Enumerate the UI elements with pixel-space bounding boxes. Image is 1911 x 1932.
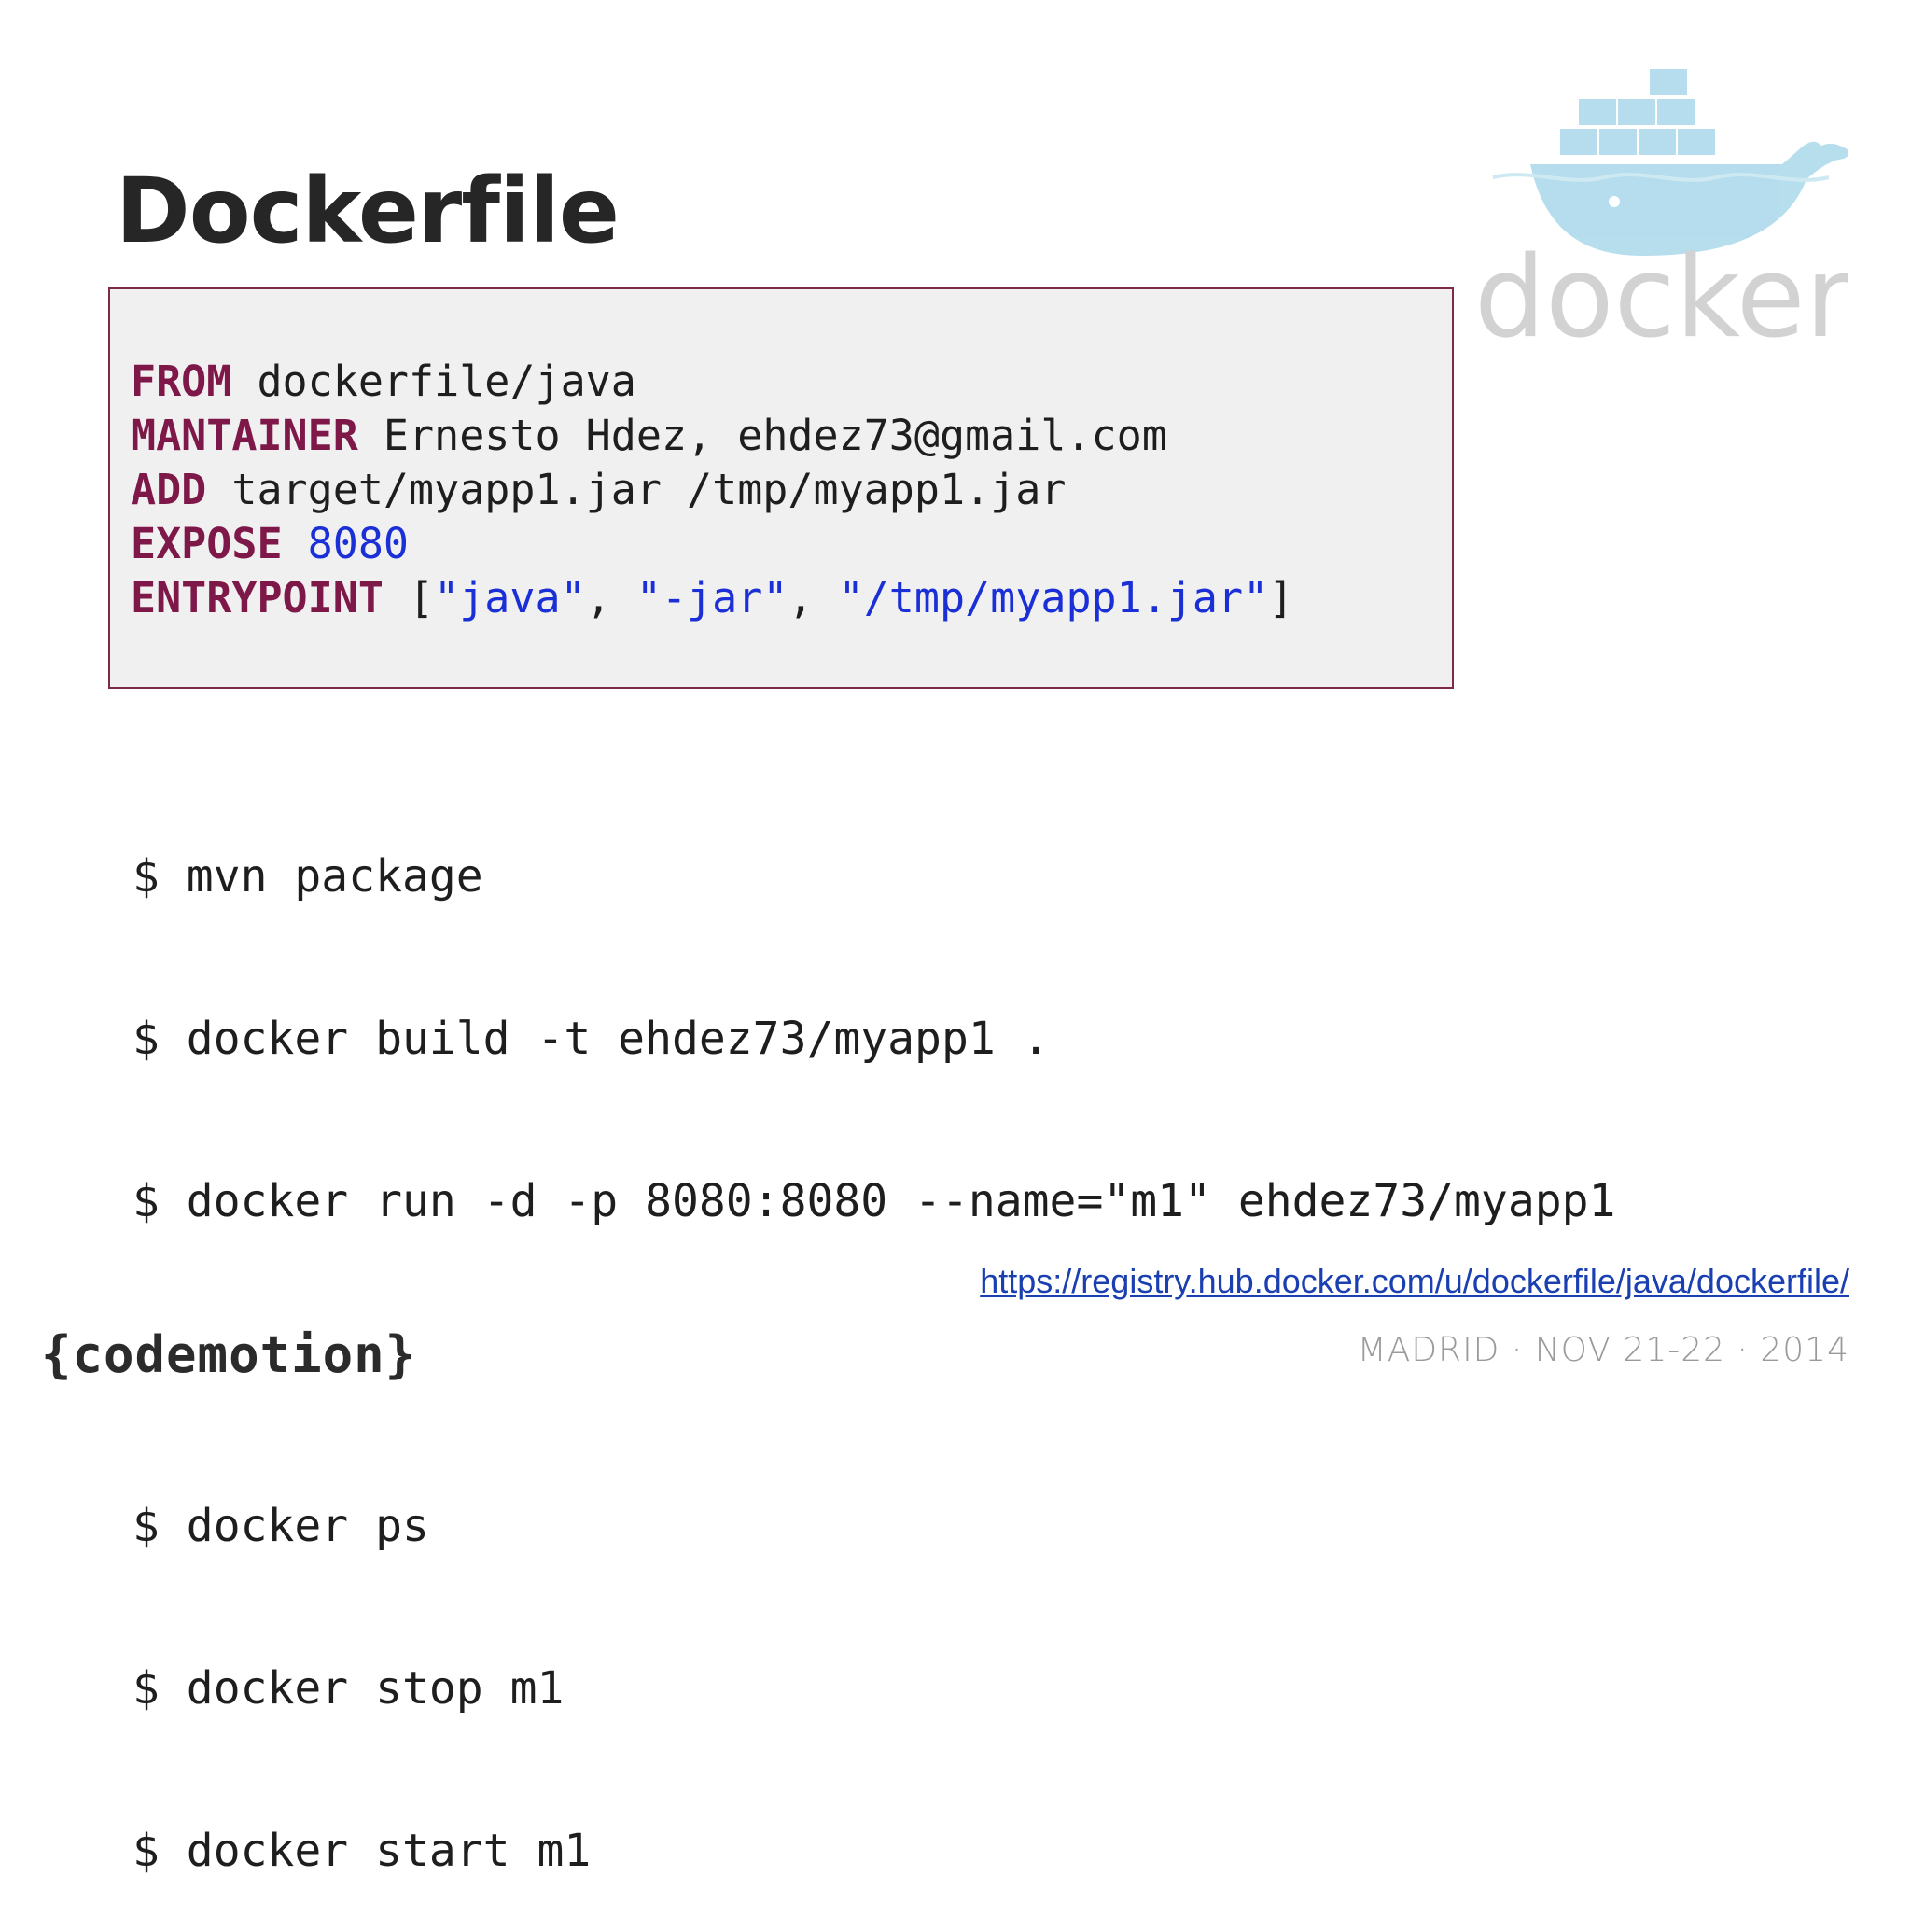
dockerfile-literal: 8080 [307,519,410,568]
dockerfile-literal: "-jar" [635,573,788,623]
dockerfile-text: [ [383,573,435,623]
dockerfile-keyword: MANTAINER [131,411,358,460]
command-line: $ mvn package [133,850,483,903]
dockerfile-line: EXPOSE 8080 [131,517,1293,571]
dockerfile-code-box: FROM dockerfile/java MANTAINER Ernesto Hd… [108,287,1454,689]
page-title: Dockerfile [116,159,620,263]
codemotion-logo: {codemotion} [41,1325,417,1384]
dockerfile-source-link[interactable]: https://registry.hub.docker.com/u/docker… [980,1262,1849,1301]
dockerfile-keyword: ENTRYPOINT [131,573,384,623]
dockerfile-text: ] [1268,573,1294,623]
event-info: MADRID · NOV 21-22 · 2014 [1357,1331,1849,1369]
command-line: $ docker stop m1 [133,1662,565,1715]
dockerfile-keyword: ADD [131,465,207,514]
docker-whale-icon [1530,69,1853,256]
dockerfile-code: FROM dockerfile/java MANTAINER Ernesto Hd… [131,355,1293,625]
dockerfile-keyword: EXPOSE [131,519,283,568]
dockerfile-keyword: FROM [131,357,232,406]
dockerfile-text: target/myapp1.jar /tmp/myapp1.jar [206,465,1067,514]
dockerfile-line: FROM dockerfile/java [131,355,1293,409]
command-line: $ docker build -t ehdez73/myapp1 . [133,1013,1050,1065]
command-line: $ docker start m1 [133,1825,592,1877]
docker-logo: docker [1474,56,1853,363]
command-line: $ docker run -d -p 8080:8080 --name="m1"… [133,1175,1616,1227]
dockerfile-line: ENTRYPOINT ["java", "-jar", "/tmp/myapp1… [131,571,1293,625]
docker-logo-text: docker [1474,233,1848,355]
dockerfile-line: MANTAINER Ernesto Hdez, ehdez73@gmail.co… [131,409,1293,463]
dockerfile-literal: "/tmp/myapp1.jar" [838,573,1269,623]
dockerfile-text: dockerfile/java [231,357,636,406]
command-line: $ docker ps [133,1500,429,1552]
dockerfile-text [283,519,308,568]
dockerfile-text: , [585,573,636,623]
dockerfile-literal: "java" [434,573,586,623]
dockerfile-line: ADD target/myapp1.jar /tmp/myapp1.jar [131,463,1293,517]
dockerfile-text: , [788,573,839,623]
dockerfile-text: Ernesto Hdez, ehdez73@gmail.com [357,411,1167,460]
